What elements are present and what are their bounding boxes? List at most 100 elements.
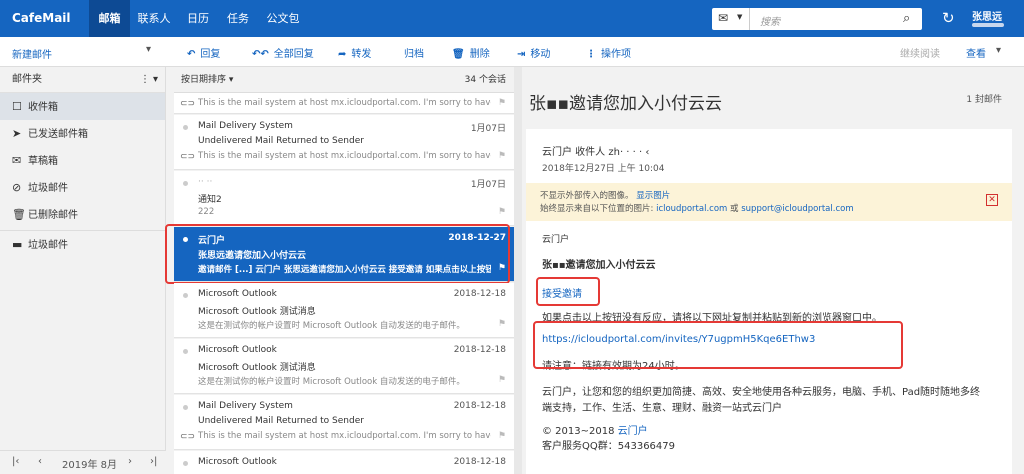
trust-domain-link[interactable]: icloudportal.com — [656, 204, 727, 214]
flag-icon[interactable]: ⚑ — [498, 151, 506, 161]
unread-dot — [183, 349, 188, 354]
tab-briefcase[interactable]: 公文包 — [260, 0, 306, 37]
view-dropdown-icon[interactable]: ▾ — [996, 45, 1001, 56]
message-date: 2018年12月27日 上午 10:04 — [542, 164, 665, 174]
tab-mail[interactable]: 邮箱 — [89, 0, 130, 37]
sort-dropdown[interactable]: 按日期排序 ▾ — [181, 75, 233, 85]
folder-spam[interactable]: ⊘ 垃圾邮件 — [0, 174, 165, 201]
folder-trash[interactable]: 🗑 已删除邮件 — [0, 201, 165, 228]
reply-all-icon: ↶↶ — [252, 49, 269, 60]
prev-month-icon[interactable]: ‹ — [38, 456, 42, 467]
folder-header: 邮件夹 ⋮ ▾ — [0, 67, 165, 93]
folder-menu-icon[interactable]: ⋮ — [140, 67, 150, 93]
banner-text: 不显示外部传入的图像。 — [540, 191, 634, 201]
reading-pane: 张▪▪邀请您加入小付云云 1 封邮件 云门户 收件人 zh· · · · ‹ 2… — [522, 67, 1024, 474]
list-scrollbar[interactable] — [514, 67, 522, 474]
view-button[interactable]: 查看 — [966, 45, 986, 60]
inbox-icon: ☐ — [12, 100, 22, 113]
about-text-1: 云门户，让您和您的组织更加简捷、高效、安全地使用各种云服务，电脑、手机、Pad随… — [542, 387, 981, 398]
close-icon[interactable]: ✕ — [986, 194, 998, 206]
reply-all-button[interactable]: ↶↶ 全部回复 — [252, 45, 314, 60]
archive-button[interactable]: 归档 — [404, 45, 424, 60]
portal-link[interactable]: 云门户 — [618, 426, 648, 437]
reply-label: 回复 — [200, 49, 221, 60]
list-item[interactable]: Microsoft Outlook 2018-12-18 — [174, 451, 514, 474]
app-logo: CafeMail — [12, 11, 71, 25]
item-subject: Microsoft Outlook 测试消息 — [198, 363, 316, 373]
top-bar: CafeMail 邮箱 联系人 日历 任务 公文包 ✉ ▼ 搜索 ⌕ ↻ 张思远 — [0, 0, 1024, 37]
banner-line-1: 不显示外部传入的图像。 显示图片 — [540, 189, 670, 201]
message-sender[interactable]: 云门户 收件人 zh· · · · ‹ — [542, 143, 649, 158]
tab-calendar[interactable]: 日历 — [178, 0, 218, 37]
chevron-down-icon: ▼ — [737, 13, 743, 21]
move-label: 移动 — [530, 49, 551, 60]
more-icon: ⋮ — [586, 49, 596, 60]
forward-button[interactable]: ➦ 转发 — [338, 45, 371, 60]
item-from: ·· ·· — [198, 177, 213, 187]
unread-dot — [183, 181, 188, 186]
reply-button[interactable]: ↶ 回复 — [187, 45, 220, 60]
body-from: 云门户 — [542, 235, 570, 245]
last-month-icon[interactable]: ›| — [150, 456, 157, 467]
continue-reading-button[interactable]: 继续阅读 — [900, 45, 940, 60]
new-mail-dropdown-icon[interactable]: ▾ — [146, 44, 151, 55]
sort-label: 按日期排序 — [181, 75, 227, 85]
list-item[interactable]: ⊂⊃ This is the mail system at host mx.ic… — [174, 93, 514, 114]
item-date: 2018-12-18 — [453, 457, 506, 467]
user-name[interactable]: 张思远 — [972, 8, 1002, 23]
actions-button[interactable]: ⋮ 操作项 — [586, 45, 631, 60]
search-input[interactable]: 搜索 — [760, 13, 780, 28]
folder-drafts[interactable]: ✉ 草稿箱 — [0, 147, 165, 174]
item-subject: 通知2 — [198, 195, 222, 205]
tab-tasks[interactable]: 任务 — [220, 0, 256, 37]
folder-sent[interactable]: ➤ 已发送邮件箱 — [0, 120, 165, 147]
list-item[interactable]: Mail Delivery System 2018-12-18 Undelive… — [174, 395, 514, 450]
flag-icon[interactable]: ⚑ — [498, 319, 506, 329]
message-count: 1 封邮件 — [966, 95, 1002, 105]
forward-label: 转发 — [351, 49, 372, 60]
flag-icon[interactable]: ⚑ — [498, 375, 506, 385]
calendar-footer: |‹ ‹ 2019年 8月 › ›| — [0, 450, 166, 474]
new-mail-button[interactable]: 新建邮件 — [12, 46, 52, 61]
item-date: 2018-12-18 — [453, 289, 506, 299]
next-month-icon[interactable]: › — [128, 456, 132, 467]
unread-dot — [183, 125, 188, 130]
search-scope-select[interactable]: ✉ ▼ — [712, 8, 750, 30]
banner-line-2: 始终显示来自以下位置的图片: icloudportal.com 或 suppor… — [540, 202, 854, 214]
folder-inbox[interactable]: ☐ 收件箱 — [0, 93, 165, 120]
item-subject: Undelivered Mail Returned to Sender — [198, 416, 364, 426]
trust-sender-link[interactable]: support@icloudportal.com — [741, 204, 853, 214]
list-item[interactable]: Microsoft Outlook 2018-12-18 Microsoft O… — [174, 339, 514, 394]
actions-label: 操作项 — [601, 49, 631, 60]
folder-label: 垃圾邮件 — [28, 240, 68, 251]
reply-icon: ↶ — [187, 49, 196, 60]
refresh-icon[interactable]: ↻ — [942, 9, 955, 27]
toolbar: 新建邮件 ▾ ↶ 回复 ↶↶ 全部回复 ➦ 转发 归档 🗑 删除 ⇥ 移动 ⋮ 操作项 继续… — [0, 37, 1024, 67]
flag-icon[interactable]: ⚑ — [498, 431, 506, 441]
flag-icon[interactable]: ⚑ — [498, 207, 506, 217]
images-blocked-banner: 不显示外部传入的图像。 显示图片 始终显示来自以下位置的图片: icloudpo… — [526, 183, 1012, 221]
first-month-icon[interactable]: |‹ — [12, 456, 19, 467]
folder-junk[interactable]: ▬ 垃圾邮件 — [0, 230, 165, 257]
move-button[interactable]: ⇥ 移动 — [517, 45, 550, 60]
highlight-box — [533, 321, 903, 369]
attachment-icon: ⊂⊃ — [180, 99, 196, 109]
send-icon: ➤ — [12, 127, 22, 140]
conversation-count: 34 个会话 — [464, 75, 506, 85]
block-icon: ⊘ — [12, 181, 22, 194]
user-menu-indicator[interactable] — [972, 23, 1004, 27]
delete-button[interactable]: 🗑 删除 — [452, 45, 490, 60]
list-item[interactable]: Microsoft Outlook 2018-12-18 Microsoft O… — [174, 283, 514, 338]
item-from: Mail Delivery System — [198, 401, 293, 411]
delete-label: 删除 — [469, 49, 490, 60]
unread-dot — [183, 461, 188, 466]
list-item[interactable]: ·· ·· 1月07日 通知2 222 ⚑ — [174, 171, 514, 226]
folder-collapse-icon[interactable]: ▾ — [153, 67, 158, 93]
list-item[interactable]: Mail Delivery System 1月07日 Undelivered M… — [174, 115, 514, 170]
flag-icon[interactable]: ⚑ — [498, 98, 506, 108]
folder-label: 已删除邮件 — [28, 210, 78, 221]
tab-contacts[interactable]: 联系人 — [132, 0, 176, 37]
search-icon[interactable]: ⌕ — [903, 11, 910, 26]
item-date: 1月07日 — [470, 124, 506, 134]
show-images-link[interactable]: 显示图片 — [636, 191, 670, 201]
